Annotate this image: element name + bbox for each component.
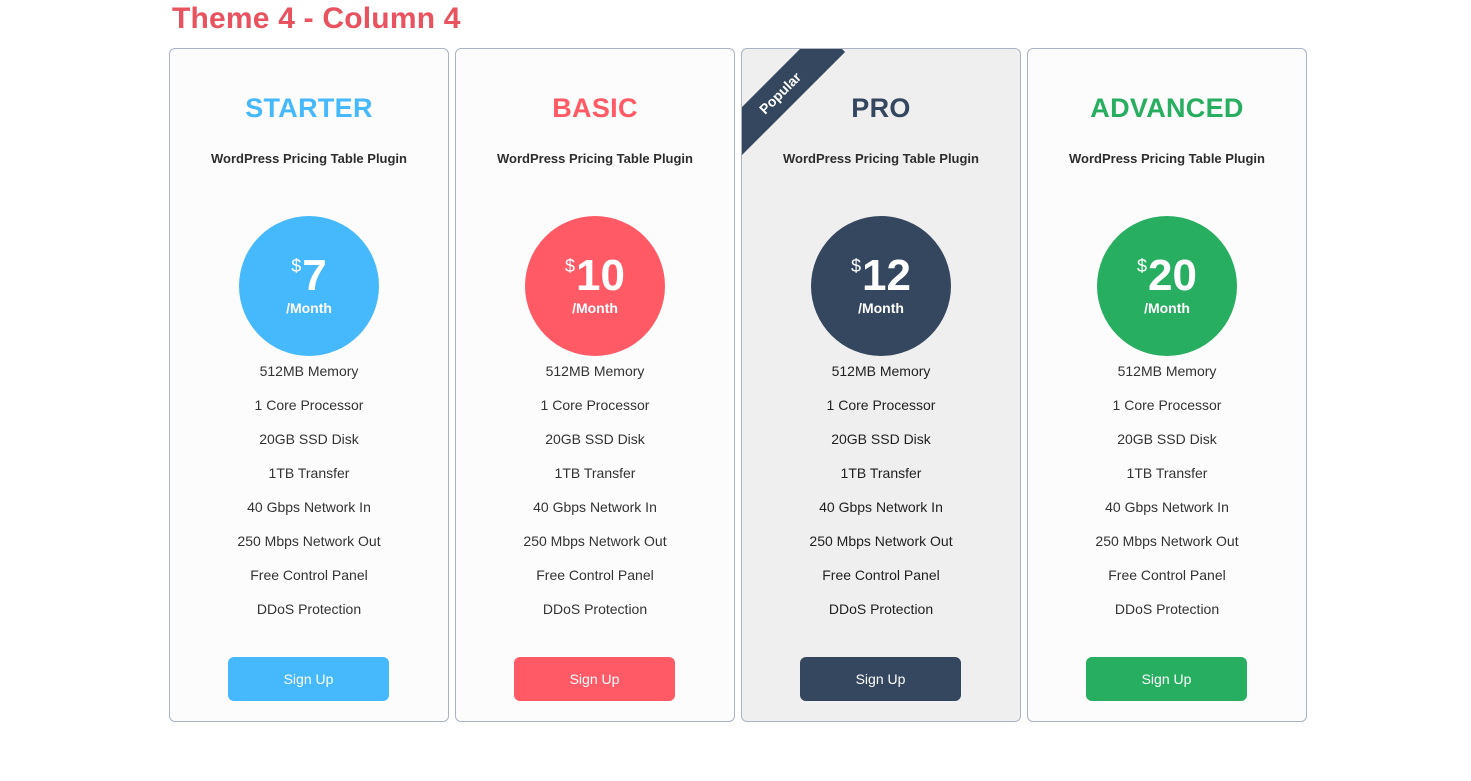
feature-item: 250 Mbps Network Out — [237, 533, 381, 549]
plan-subtitle: WordPress Pricing Table Plugin — [1068, 151, 1265, 166]
feature-item: 20GB SSD Disk — [1117, 431, 1217, 447]
feature-item: 40 Gbps Network In — [819, 499, 943, 515]
feature-item: Free Control Panel — [822, 567, 940, 583]
price-period: /Month — [572, 300, 618, 316]
feature-item: 20GB SSD Disk — [545, 431, 645, 447]
plan-name: STARTER — [245, 93, 373, 123]
feature-item: DDoS Protection — [542, 601, 648, 617]
price-circle: $12 /Month — [811, 216, 951, 356]
price-period: /Month — [858, 300, 904, 316]
plan-card-basic: BASIC WordPress Pricing Table Plugin $10… — [455, 48, 735, 722]
feature-item: 250 Mbps Network Out — [523, 533, 667, 549]
feature-item: 40 Gbps Network In — [247, 499, 371, 515]
feature-item: 40 Gbps Network In — [533, 499, 657, 515]
plan-subtitle: WordPress Pricing Table Plugin — [210, 151, 407, 166]
price-amount: 7 — [302, 251, 327, 300]
feature-item: 512MB Memory — [831, 363, 931, 379]
plan-subtitle: WordPress Pricing Table Plugin — [496, 151, 693, 166]
price-period: /Month — [1144, 300, 1190, 316]
price-currency: $ — [291, 256, 302, 276]
feature-item: Free Control Panel — [1108, 567, 1226, 583]
feature-list: 512MB Memory 1 Core Processor 20GB SSD D… — [170, 361, 448, 633]
price-amount: 12 — [862, 251, 911, 300]
feature-item: 1 Core Processor — [540, 397, 650, 413]
price-circle: $20 /Month — [1097, 216, 1237, 356]
feature-item: 1TB Transfer — [1126, 465, 1208, 481]
feature-item: 1TB Transfer — [840, 465, 922, 481]
feature-item: 512MB Memory — [545, 363, 645, 379]
feature-item: DDoS Protection — [256, 601, 362, 617]
plan-card-advanced: ADVANCED WordPress Pricing Table Plugin … — [1027, 48, 1307, 722]
sign-up-button[interactable]: Sign Up — [1086, 657, 1247, 701]
plan-card-pro: Popular PRO WordPress Pricing Table Plug… — [741, 48, 1021, 722]
plan-name: PRO — [851, 93, 911, 123]
price-amount: 20 — [1148, 251, 1197, 300]
feature-item: 250 Mbps Network Out — [809, 533, 953, 549]
feature-item: 1 Core Processor — [1112, 397, 1222, 413]
sign-up-button[interactable]: Sign Up — [514, 657, 675, 701]
page-title: Theme 4 - Column 4 — [172, 2, 461, 35]
pricing-table: STARTER WordPress Pricing Table Plugin $… — [169, 48, 1307, 722]
sign-up-button[interactable]: Sign Up — [800, 657, 961, 701]
feature-item: 20GB SSD Disk — [259, 431, 359, 447]
feature-item: DDoS Protection — [1114, 601, 1220, 617]
feature-item: DDoS Protection — [828, 601, 934, 617]
feature-item: 20GB SSD Disk — [831, 431, 931, 447]
price-amount: 10 — [576, 251, 625, 300]
price-circle: $7 /Month — [239, 216, 379, 356]
price-currency: $ — [565, 256, 576, 276]
feature-list: 512MB Memory 1 Core Processor 20GB SSD D… — [456, 361, 734, 633]
sign-up-button[interactable]: Sign Up — [228, 657, 389, 701]
feature-item: 1TB Transfer — [268, 465, 350, 481]
feature-item: 1 Core Processor — [254, 397, 364, 413]
feature-item: 1 Core Processor — [826, 397, 936, 413]
plan-name: ADVANCED — [1090, 93, 1244, 123]
feature-item: 1TB Transfer — [554, 465, 636, 481]
price-currency: $ — [851, 256, 862, 276]
plan-subtitle: WordPress Pricing Table Plugin — [782, 151, 979, 166]
feature-list: 512MB Memory 1 Core Processor 20GB SSD D… — [742, 361, 1020, 633]
price-circle: $10 /Month — [525, 216, 665, 356]
plan-card-starter: STARTER WordPress Pricing Table Plugin $… — [169, 48, 449, 722]
feature-item: 40 Gbps Network In — [1105, 499, 1229, 515]
feature-item: Free Control Panel — [536, 567, 654, 583]
feature-list: 512MB Memory 1 Core Processor 20GB SSD D… — [1028, 361, 1306, 633]
feature-item: 512MB Memory — [1117, 363, 1217, 379]
price-period: /Month — [286, 300, 332, 316]
feature-item: 512MB Memory — [259, 363, 359, 379]
feature-item: Free Control Panel — [250, 567, 368, 583]
price-currency: $ — [1137, 256, 1148, 276]
feature-item: 250 Mbps Network Out — [1095, 533, 1239, 549]
plan-name: BASIC — [552, 93, 638, 123]
